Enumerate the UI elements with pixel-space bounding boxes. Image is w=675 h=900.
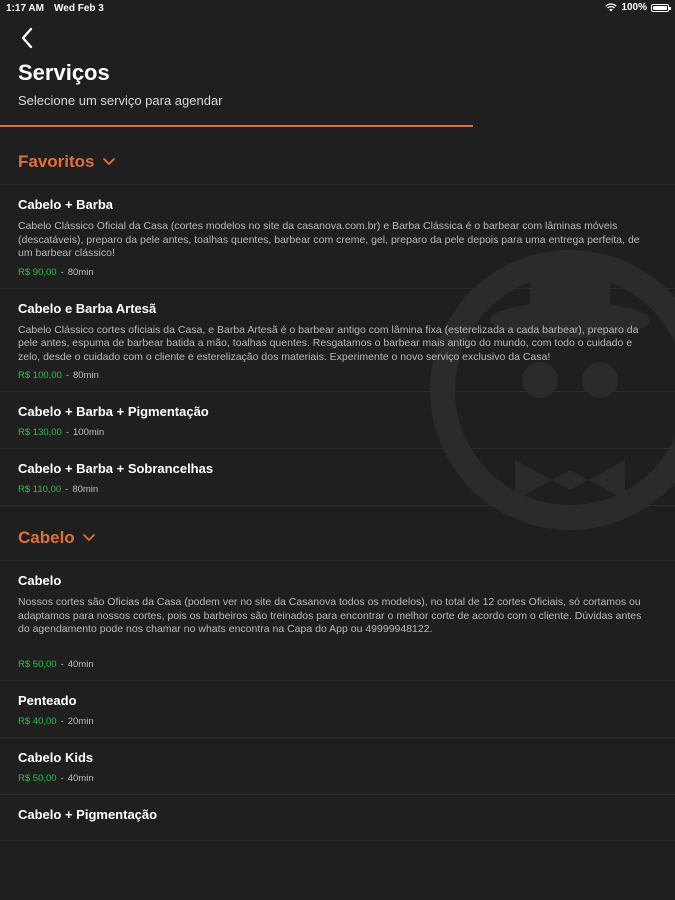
- service-meta: R$ 130,00-100min: [18, 427, 105, 438]
- service-duration: 80min: [67, 266, 94, 278]
- status-right: 100%: [605, 2, 671, 13]
- service-item[interactable]: Cabelo + Barba + Sobrancelhas R$ 110,00-…: [0, 449, 675, 506]
- service-meta: R$ 100,00-80min: [18, 370, 99, 381]
- section-title: Cabelo: [18, 528, 75, 547]
- service-item[interactable]: Cabelo + Pigmentação: [0, 795, 675, 841]
- service-name: Cabelo + Barba + Sobrancelhas: [18, 461, 214, 476]
- status-bar: 1:17 AM Wed Feb 3 100%: [0, 0, 675, 18]
- status-time: 1:17 AM: [6, 3, 44, 14]
- back-chevron-icon[interactable]: [16, 26, 40, 50]
- service-name: Cabelo + Pigmentação: [18, 806, 158, 822]
- page-title: Serviços: [18, 60, 110, 85]
- service-description: Cabelo Clássico cortes oficiais da Casa,…: [18, 323, 639, 363]
- service-meta: R$ 40,00-20min: [18, 715, 94, 727]
- service-price: R$ 130,00: [18, 427, 62, 438]
- service-description: Nossos cortes são Oficias da Casa (podem…: [18, 596, 642, 635]
- wifi-icon: [605, 3, 618, 12]
- service-item[interactable]: Cabelo + Barba + Pigmentação R$ 130,00-1…: [0, 392, 675, 449]
- battery-percent: 100%: [621, 2, 647, 13]
- chevron-down-icon: [102, 158, 115, 166]
- service-name: Cabelo Kids: [18, 749, 94, 765]
- service-price: R$ 110,00: [18, 484, 62, 495]
- service-name: Cabelo e Barba Artesã: [18, 300, 157, 316]
- service-item[interactable]: Cabelo Kids R$ 50,00-40min: [0, 738, 675, 795]
- service-duration: 80min: [72, 484, 99, 495]
- service-item[interactable]: Cabelo Nossos cortes são Oficias da Casa…: [0, 561, 675, 681]
- service-price: R$ 50,00: [18, 772, 57, 784]
- service-meta: R$ 50,00-40min: [18, 658, 94, 670]
- service-item[interactable]: Penteado R$ 40,00-20min: [0, 681, 675, 738]
- status-date: Wed Feb 3: [54, 3, 104, 14]
- section-header-cabelo[interactable]: Cabelo: [0, 516, 675, 560]
- page-subtitle: Selecione um serviço para agendar: [18, 93, 223, 108]
- service-duration: 20min: [67, 715, 94, 727]
- service-name: Cabelo + Barba: [18, 197, 114, 212]
- service-price: R$ 40,00: [18, 715, 57, 727]
- service-item[interactable]: Cabelo e Barba Artesã Cabelo Clássico co…: [0, 289, 675, 392]
- service-duration: 40min: [67, 772, 94, 784]
- service-name: Penteado: [18, 692, 77, 708]
- service-description: Cabelo Clássico Oficial da Casa (cortes …: [18, 220, 640, 259]
- service-duration: 40min: [67, 658, 94, 670]
- service-meta: R$ 50,00-40min: [18, 772, 94, 784]
- service-price: R$ 90,00: [18, 266, 57, 278]
- service-name: Cabelo: [18, 573, 62, 588]
- header-divider: [0, 125, 473, 127]
- services-list: Favoritos Cabelo + Barba Cabelo Clássico…: [0, 140, 675, 841]
- service-duration: 80min: [73, 370, 99, 381]
- service-meta: R$ 110,00-80min: [18, 484, 99, 495]
- section-header-favoritos[interactable]: Favoritos: [0, 140, 675, 184]
- service-price: R$ 100,00: [18, 370, 62, 381]
- service-price: R$ 50,00: [18, 658, 57, 670]
- section-title: Favoritos: [18, 152, 95, 171]
- service-item[interactable]: Cabelo + Barba Cabelo Clássico Oficial d…: [0, 185, 675, 289]
- service-duration: 100min: [73, 427, 105, 438]
- chevron-down-icon: [82, 534, 95, 542]
- battery-icon: [651, 3, 671, 12]
- service-meta: R$ 90,00-80min: [18, 266, 94, 278]
- service-name: Cabelo + Barba + Pigmentação: [18, 404, 209, 419]
- services-screen: 1:17 AM Wed Feb 3 100% Serviços Selecion…: [0, 0, 675, 900]
